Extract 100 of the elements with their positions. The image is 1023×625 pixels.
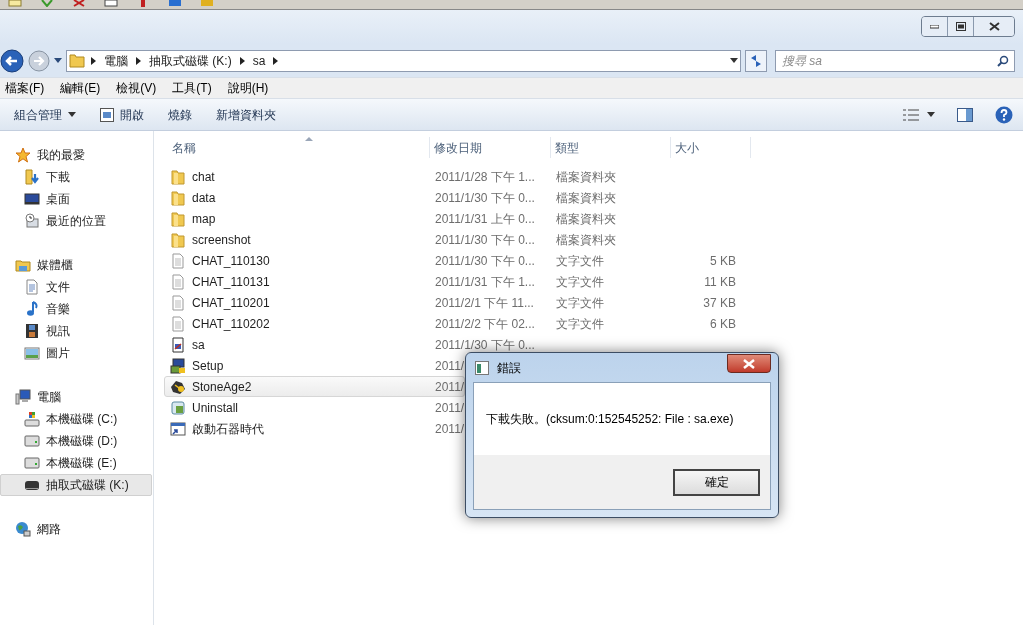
file-type: 檔案資料夾 — [556, 231, 616, 249]
sidebar-item[interactable]: 我的最愛 — [0, 144, 153, 166]
close-icon — [988, 22, 1000, 31]
sidebar-item[interactable]: 音樂 — [0, 298, 153, 320]
menu-item[interactable]: 檔案(F) — [0, 79, 50, 97]
modified-date: 2011/1/30 下午 0... — [435, 189, 535, 207]
minimize-icon — [930, 24, 939, 29]
file-name[interactable]: 啟動石器時代 — [192, 419, 264, 438]
breadcrumb[interactable]: 電腦 — [104, 51, 128, 70]
sidebar-item[interactable]: 文件 — [0, 276, 153, 298]
sidebar-item[interactable]: 本機磁碟 (C:) — [0, 408, 153, 430]
close-button[interactable] — [727, 354, 771, 373]
globe-network-icon — [15, 521, 31, 537]
system-drive-icon — [24, 411, 40, 427]
chevron-icon[interactable] — [273, 56, 279, 65]
file-name[interactable]: CHAT_110131 — [192, 272, 270, 291]
file-name[interactable]: CHAT_110130 — [192, 251, 270, 270]
sidebar-item[interactable]: 本機磁碟 (E:) — [0, 452, 153, 474]
close-button[interactable] — [974, 17, 1014, 36]
sidebar-item[interactable]: 圖片 — [0, 342, 153, 364]
modified-date: 2011/1/31 下午 1... — [435, 273, 535, 291]
toolbar-button[interactable]: 開啟 — [92, 102, 152, 127]
preview-pane-icon[interactable] — [957, 107, 973, 122]
breadcrumb[interactable]: 抽取式磁碟 (K:) — [149, 51, 232, 70]
sidebar-item[interactable]: 最近的位置 — [0, 210, 153, 232]
file-name[interactable]: Uninstall — [192, 398, 239, 417]
address-bar[interactable]: 電腦 抽取式磁碟 (K:) sa — [66, 49, 741, 72]
file-type: 文字文件 — [556, 252, 604, 270]
column-header[interactable]: 大小 — [675, 138, 699, 157]
film-icon — [24, 323, 40, 339]
folder-icon — [69, 52, 85, 69]
file-name[interactable]: CHAT_110202 — [192, 314, 270, 333]
search-icon — [997, 54, 1009, 67]
landscape-picture-icon — [24, 345, 40, 361]
chevron-icon[interactable] — [136, 56, 141, 65]
folder-icon — [170, 231, 186, 248]
menu-item[interactable]: 工具(T) — [167, 79, 217, 97]
sidebar-item[interactable]: 視訊 — [0, 320, 153, 342]
file-type: 文字文件 — [556, 273, 604, 291]
back-icon[interactable] — [0, 48, 24, 73]
help-icon[interactable] — [995, 105, 1013, 124]
toolbar-icon[interactable] — [104, 0, 118, 7]
text-file-icon — [170, 273, 186, 290]
chevron-icon[interactable] — [239, 56, 245, 65]
chevron-icon[interactable] — [91, 56, 96, 65]
sidebar-item[interactable]: 媒體櫃 — [0, 254, 153, 276]
file-name[interactable]: Setup — [192, 356, 224, 375]
menu-item[interactable]: 編輯(E) — [55, 79, 106, 97]
toolbar-button[interactable]: 組合管理 — [6, 102, 84, 127]
sidebar-item[interactable]: 下載 — [0, 166, 153, 188]
modified-date: 2011/2/2 下午 02... — [435, 315, 535, 333]
uninstaller-icon — [170, 399, 186, 416]
file-name[interactable]: chat — [192, 167, 215, 186]
toolbar-icon[interactable] — [168, 0, 182, 7]
star-icon — [15, 147, 31, 163]
modified-date: 2011/1/31 上午 0... — [435, 210, 535, 228]
download-folder-icon — [24, 169, 40, 185]
file-name[interactable]: sa — [192, 335, 205, 354]
toolbar-button[interactable]: 新增資料夾 — [208, 102, 284, 127]
toolbar-button[interactable]: 燒錄 — [160, 102, 200, 127]
open-window-icon — [100, 107, 114, 122]
file-name[interactable]: StoneAge2 — [192, 377, 252, 396]
sidebar-item[interactable]: 抽取式磁碟 (K:) — [0, 474, 152, 496]
maximize-button[interactable] — [948, 17, 974, 36]
menu-item[interactable]: 檢視(V) — [111, 79, 162, 97]
sidebar-item[interactable]: 桌面 — [0, 188, 153, 210]
installer-icon — [170, 357, 186, 374]
caret-icon[interactable] — [54, 57, 62, 64]
view-icon[interactable] — [903, 108, 919, 121]
text-file-icon — [170, 294, 186, 311]
file-name[interactable]: data — [192, 188, 216, 207]
folder-icon — [170, 189, 186, 206]
monitor-icon — [24, 191, 40, 207]
modified-date: 2011/ — [435, 420, 465, 438]
refresh-icon[interactable] — [745, 49, 767, 72]
caret-icon[interactable] — [927, 112, 935, 117]
window-icon — [475, 360, 489, 375]
menu-item[interactable]: 說明(H) — [222, 79, 274, 97]
modified-date: 2011/2/1 下午 11... — [435, 294, 534, 312]
toolbar-icon[interactable] — [72, 0, 86, 7]
sort-arrow-icon — [305, 137, 313, 141]
file-size: 11 KB — [704, 273, 736, 291]
selected-row[interactable]: StoneAge2 2011/ — [164, 376, 465, 397]
text-file-icon — [170, 252, 186, 269]
column-header[interactable]: 名稱 — [172, 138, 196, 157]
sidebar-item[interactable]: 本機磁碟 (D:) — [0, 430, 153, 452]
file-name[interactable]: CHAT_110201 — [192, 293, 270, 312]
column-header[interactable]: 修改日期 — [434, 138, 482, 157]
sidebar-item[interactable]: 電腦 — [0, 386, 153, 408]
caret-icon[interactable] — [730, 57, 738, 64]
close-icon — [743, 358, 755, 369]
column-header[interactable]: 類型 — [555, 138, 579, 157]
sidebar-item[interactable]: 網路 — [0, 518, 153, 540]
modified-date: 2011/1/30 下午 0... — [435, 336, 535, 354]
search-field[interactable]: 搜尋 sa — [775, 49, 1015, 72]
modified-date: 2011/1/28 下午 1... — [435, 168, 535, 186]
breadcrumb[interactable]: sa — [252, 51, 266, 70]
file-name[interactable]: screenshot — [192, 230, 251, 249]
ok-button[interactable]: 確定 — [673, 468, 760, 496]
file-name[interactable]: map — [192, 209, 216, 228]
